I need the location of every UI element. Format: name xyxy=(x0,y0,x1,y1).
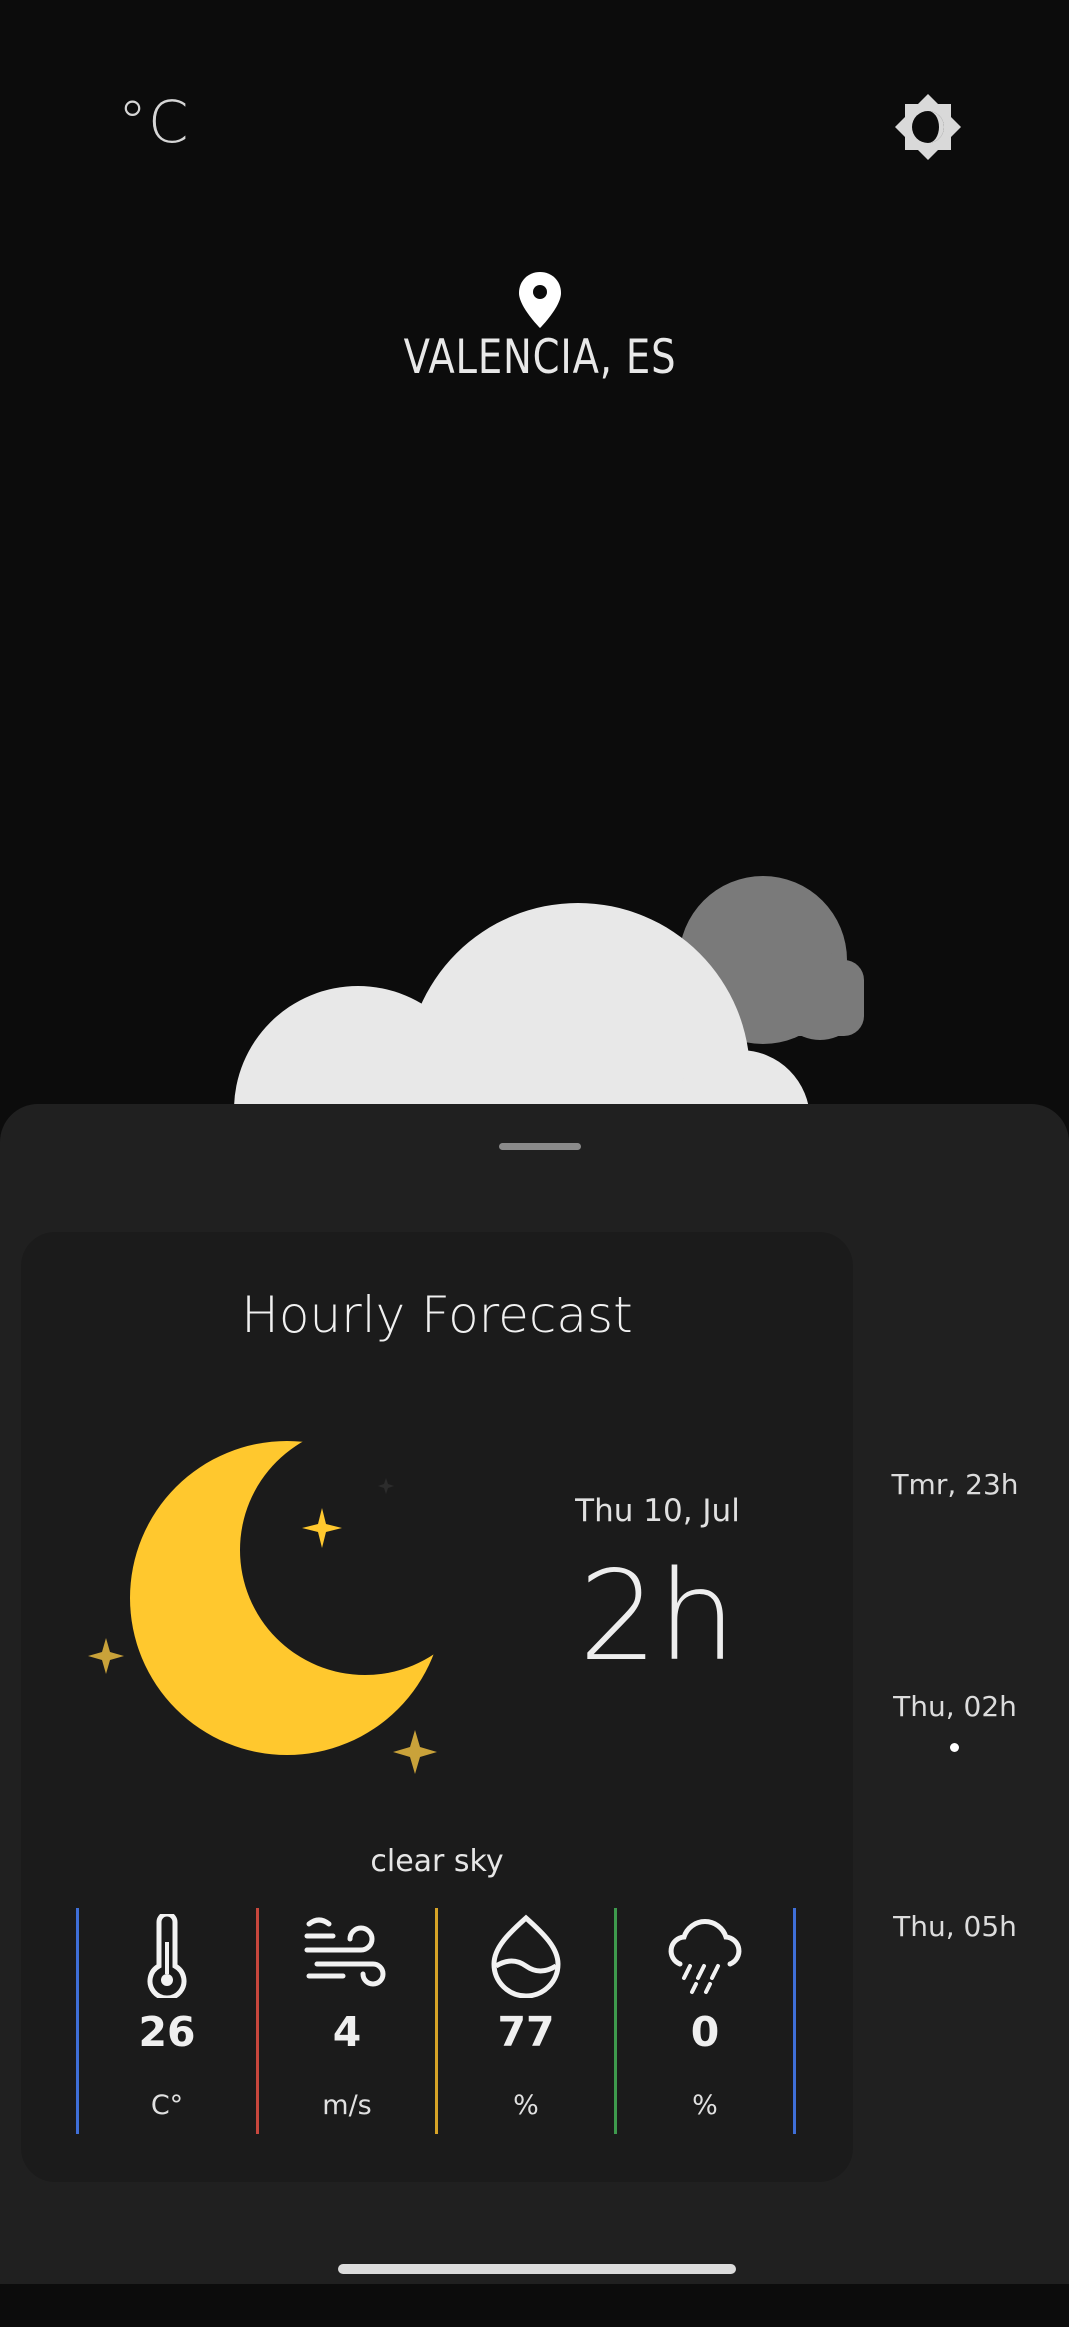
humidity-value: 77 xyxy=(497,2008,555,2056)
gesture-nav-bar[interactable] xyxy=(338,2264,736,2274)
wind-metric: 4 m/s xyxy=(260,1908,434,2134)
humidity-unit: % xyxy=(513,2090,539,2121)
card-title: Hourly Forecast xyxy=(241,1286,633,1344)
selected-indicator-dot xyxy=(950,1743,959,1752)
partly-cloudy-night-icon xyxy=(234,876,864,1105)
metric-divider xyxy=(435,1908,438,2134)
weather-condition: clear sky xyxy=(370,1844,504,1879)
rain-cloud-icon xyxy=(668,1919,742,1994)
humidity-drop-icon xyxy=(491,1914,561,1998)
temperature-metric: 26 C° xyxy=(80,1908,254,2134)
timeline-item[interactable]: Tmr, 23h xyxy=(880,1468,1030,1501)
forecast-hour: 2h xyxy=(578,1545,737,1689)
precipitation-value: 0 xyxy=(690,2008,720,2056)
metric-divider xyxy=(793,1908,796,2134)
metric-divider xyxy=(256,1908,259,2134)
precipitation-metric: 0 % xyxy=(618,1908,792,2134)
humidity-metric: 77 % xyxy=(439,1908,613,2134)
forecast-date: Thu 10, Jul xyxy=(575,1493,740,1529)
location-pin-icon xyxy=(519,272,561,328)
temperature-unit: C° xyxy=(150,2090,184,2121)
wind-value: 4 xyxy=(332,2008,362,2056)
clear-night-moon-icon xyxy=(88,1441,444,1774)
sheet-drag-handle[interactable] xyxy=(499,1143,581,1150)
wind-icon xyxy=(304,1917,386,1987)
precipitation-unit: % xyxy=(692,2090,718,2121)
metric-divider xyxy=(76,1908,79,2134)
wind-unit: m/s xyxy=(322,2090,372,2121)
location-name: VALENCIA, ES xyxy=(403,330,677,385)
brightness-icon[interactable] xyxy=(893,92,963,162)
temperature-value: 26 xyxy=(138,2008,196,2056)
temperature-unit-toggle[interactable]: °C xyxy=(118,88,190,156)
timeline-item-selected[interactable]: Thu, 02h xyxy=(880,1690,1030,1723)
timeline-item[interactable]: Thu, 05h xyxy=(880,1910,1030,1943)
thermometer-icon xyxy=(147,1914,187,1998)
metric-divider xyxy=(614,1908,617,2134)
